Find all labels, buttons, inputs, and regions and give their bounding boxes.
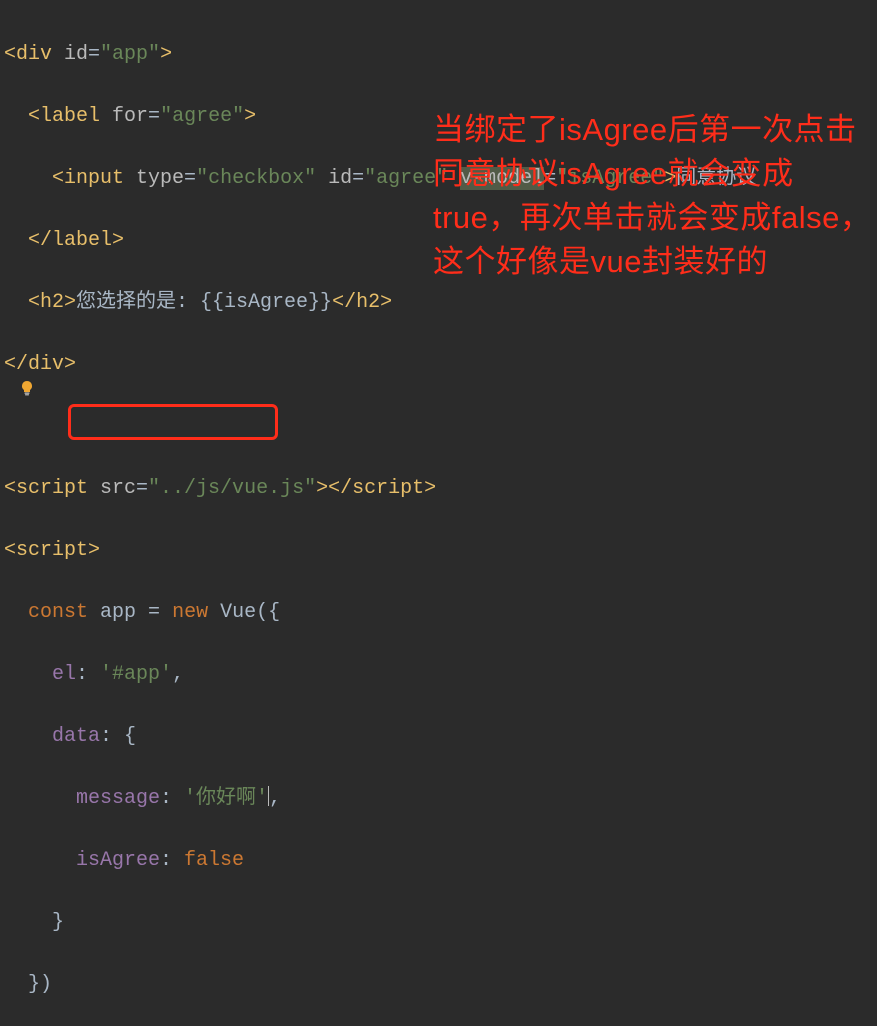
code-line: el: '#app', bbox=[4, 659, 873, 690]
code-line: <script src="../js/vue.js"></script> bbox=[4, 473, 873, 504]
lightbulb-icon[interactable] bbox=[19, 380, 35, 396]
annotation-text: 当绑定了isAgree后第一次点击同意协议isAgree就会变成true，再次单… bbox=[433, 108, 873, 284]
code-line: } bbox=[4, 907, 873, 938]
code-line: const app = new Vue({ bbox=[4, 597, 873, 628]
code-line: }) bbox=[4, 969, 873, 1000]
code-line bbox=[4, 411, 873, 442]
code-line: data: { bbox=[4, 721, 873, 752]
code-line: <h2>您选择的是: {{isAgree}}</h2> bbox=[4, 287, 873, 318]
code-line: message: '你好啊', bbox=[4, 783, 873, 814]
code-line: <div id="app"> bbox=[4, 39, 873, 70]
code-line: <script> bbox=[4, 535, 873, 566]
code-line: </div> bbox=[4, 349, 873, 380]
code-line: isAgree: false bbox=[4, 845, 873, 876]
